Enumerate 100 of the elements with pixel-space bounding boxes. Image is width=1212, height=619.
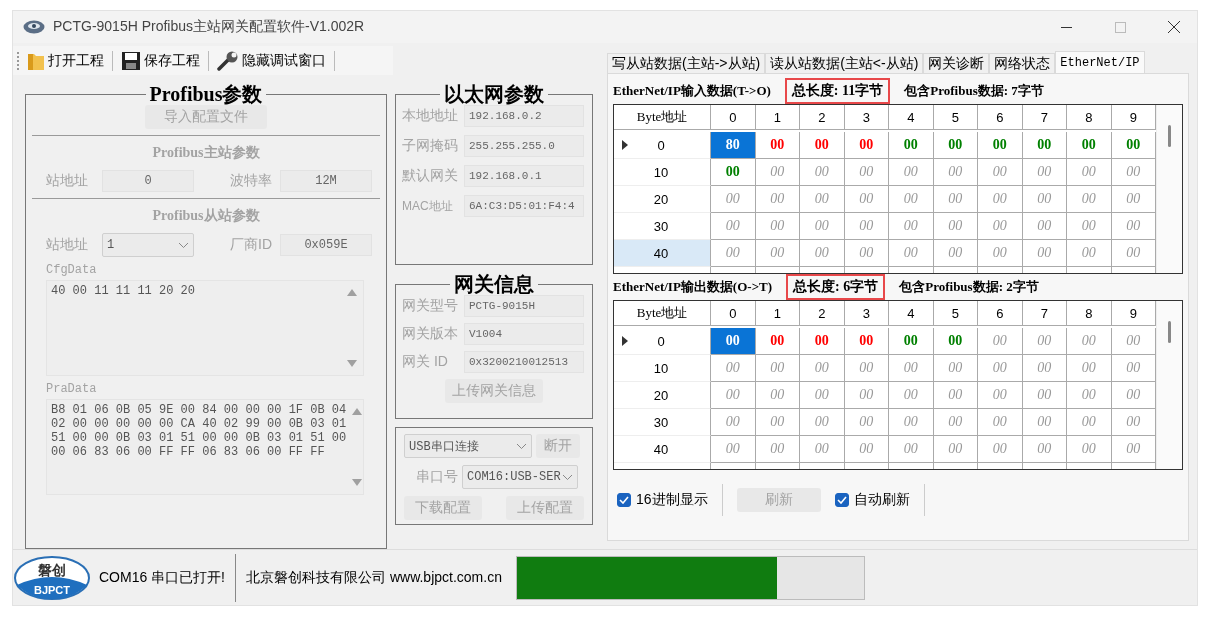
grid-cell[interactable]: 00 [755, 328, 800, 355]
grid-cell[interactable]: 00 [755, 213, 800, 240]
download-config-button[interactable]: 下载配置 [404, 496, 482, 520]
toolbar-button[interactable]: 隐藏调试窗口 [213, 48, 330, 73]
grid-cell[interactable]: 00 [933, 186, 978, 213]
grid-cell[interactable]: 00 [889, 159, 934, 186]
grid-cell[interactable]: 00 [755, 436, 800, 463]
grid-cell[interactable]: 00 [844, 382, 889, 409]
scroll-down-icon[interactable] [347, 360, 357, 367]
grid-cell[interactable]: 00 [1067, 213, 1112, 240]
toolbar-button[interactable]: 保存工程 [117, 48, 204, 73]
grid-cell[interactable]: 00 [889, 132, 934, 159]
checkbox[interactable] [617, 493, 631, 507]
toolbar-button[interactable]: 打开工程 [23, 48, 108, 73]
grid-cell[interactable]: 00 [889, 186, 934, 213]
dropdown-caret-icon[interactable] [178, 241, 189, 249]
row-header[interactable]: 10 [614, 159, 711, 186]
grid-cell[interactable]: 00 [978, 436, 1023, 463]
grid-cell[interactable]: 00 [889, 382, 934, 409]
grid-cell[interactable]: 00 [755, 355, 800, 382]
row-header[interactable]: 0 [614, 132, 711, 159]
input-field[interactable]: V1004 [464, 323, 584, 345]
input-field[interactable]: 255.255.255.0 [464, 135, 584, 157]
grid-cell[interactable]: 00 [711, 240, 756, 267]
dropdown-caret-icon[interactable] [516, 442, 527, 450]
grid-cell[interactable]: 00 [933, 213, 978, 240]
grid-cell[interactable]: 00 [844, 186, 889, 213]
station-address-field[interactable]: 0 [102, 170, 194, 192]
station-address-dropdown[interactable]: 1 [102, 233, 194, 257]
tab[interactable]: 网络状态 [989, 53, 1056, 73]
grid-cell[interactable]: 00 [1067, 186, 1112, 213]
grid-cell[interactable]: 00 [889, 355, 934, 382]
grid-cell[interactable]: 00 [1022, 328, 1067, 355]
scroll-up-icon[interactable] [347, 289, 357, 296]
maximize-icon[interactable] [1114, 21, 1126, 33]
grid-cell[interactable]: 00 [844, 355, 889, 382]
grid-cell[interactable]: 00 [800, 436, 845, 463]
grid-cell[interactable]: 00 [711, 409, 756, 436]
grid-cell[interactable]: 00 [711, 328, 756, 355]
vendor-id-field[interactable]: 0x059E [280, 234, 372, 256]
grid-cell[interactable]: 00 [844, 213, 889, 240]
grid-cell[interactable]: 00 [1067, 409, 1112, 436]
connection-dropdown[interactable]: USB串口连接 [404, 434, 532, 458]
row-header[interactable]: 20 [614, 186, 711, 213]
grid-cell[interactable]: 00 [978, 355, 1023, 382]
grid-cell[interactable]: 00 [844, 132, 889, 159]
baud-rate-field[interactable]: 12M [280, 170, 372, 192]
grid-cell[interactable]: 00 [1067, 159, 1112, 186]
grid-cell[interactable]: 00 [1067, 328, 1112, 355]
scroll-down-icon[interactable] [351, 479, 362, 486]
grid-cell[interactable]: 00 [978, 186, 1023, 213]
grid-cell[interactable]: 00 [800, 409, 845, 436]
grid-cell[interactable]: 80 [711, 132, 756, 159]
grid-cell[interactable]: 00 [711, 159, 756, 186]
grid-cell[interactable]: 00 [844, 409, 889, 436]
grid-cell[interactable]: 00 [755, 159, 800, 186]
grid-cell[interactable]: 00 [933, 382, 978, 409]
grid-cell[interactable]: 00 [711, 355, 756, 382]
grid-cell[interactable]: 00 [1022, 132, 1067, 159]
grid-cell[interactable]: 00 [933, 436, 978, 463]
row-header[interactable]: 30 [614, 409, 711, 436]
grid-cell[interactable]: 00 [978, 409, 1023, 436]
scrollbar[interactable] [1156, 105, 1182, 273]
checkbox[interactable] [834, 493, 849, 507]
grid-cell[interactable]: 00 [711, 382, 756, 409]
grid-cell[interactable]: 00 [844, 436, 889, 463]
grid-cell[interactable]: 00 [933, 132, 978, 159]
grid-cell[interactable]: 00 [1022, 355, 1067, 382]
text-area[interactable]: 40 00 11 11 11 20 20 [46, 280, 364, 376]
grid-cell[interactable]: 00 [978, 159, 1023, 186]
row-header[interactable]: 30 [614, 213, 711, 240]
grid-cell[interactable]: 00 [933, 328, 978, 355]
scroll-up-icon[interactable] [351, 408, 362, 415]
grid-cell[interactable]: 00 [1067, 382, 1112, 409]
dropdown-caret-icon[interactable] [562, 473, 573, 481]
port-dropdown[interactable]: COM16:USB-SER [462, 465, 578, 489]
grid-cell[interactable]: 00 [1022, 436, 1067, 463]
tab[interactable]: EtherNet/IP [1055, 51, 1145, 73]
grid-cell[interactable]: 00 [933, 159, 978, 186]
row-header[interactable]: 0 [614, 328, 711, 355]
grid-cell[interactable]: 00 [978, 213, 1023, 240]
grid-cell[interactable]: 00 [800, 240, 845, 267]
tab[interactable]: 读从站数据(主站<-从站) [765, 53, 924, 73]
grid-cell[interactable]: 00 [889, 213, 934, 240]
grid-cell[interactable]: 00 [755, 132, 800, 159]
grid-cell[interactable]: 00 [711, 213, 756, 240]
refresh-button[interactable]: 刷新 [736, 488, 821, 512]
grid-cell[interactable]: 00 [755, 409, 800, 436]
grid-cell[interactable]: 00 [800, 159, 845, 186]
import-config-button[interactable]: 导入配置文件 [145, 105, 267, 129]
grid-cell[interactable]: 00 [800, 213, 845, 240]
scrollbar[interactable] [1156, 301, 1182, 469]
tab[interactable]: 写从站数据(主站->从站) [607, 53, 766, 73]
grid-cell[interactable]: 00 [800, 382, 845, 409]
grid-cell[interactable]: 00 [933, 355, 978, 382]
grid-cell[interactable]: 00 [800, 355, 845, 382]
disconnect-button[interactable]: 断开 [536, 434, 580, 458]
input-field[interactable]: 192.168.0.2 [464, 105, 584, 127]
grid-cell[interactable]: 00 [844, 240, 889, 267]
row-header[interactable]: 10 [614, 355, 711, 382]
